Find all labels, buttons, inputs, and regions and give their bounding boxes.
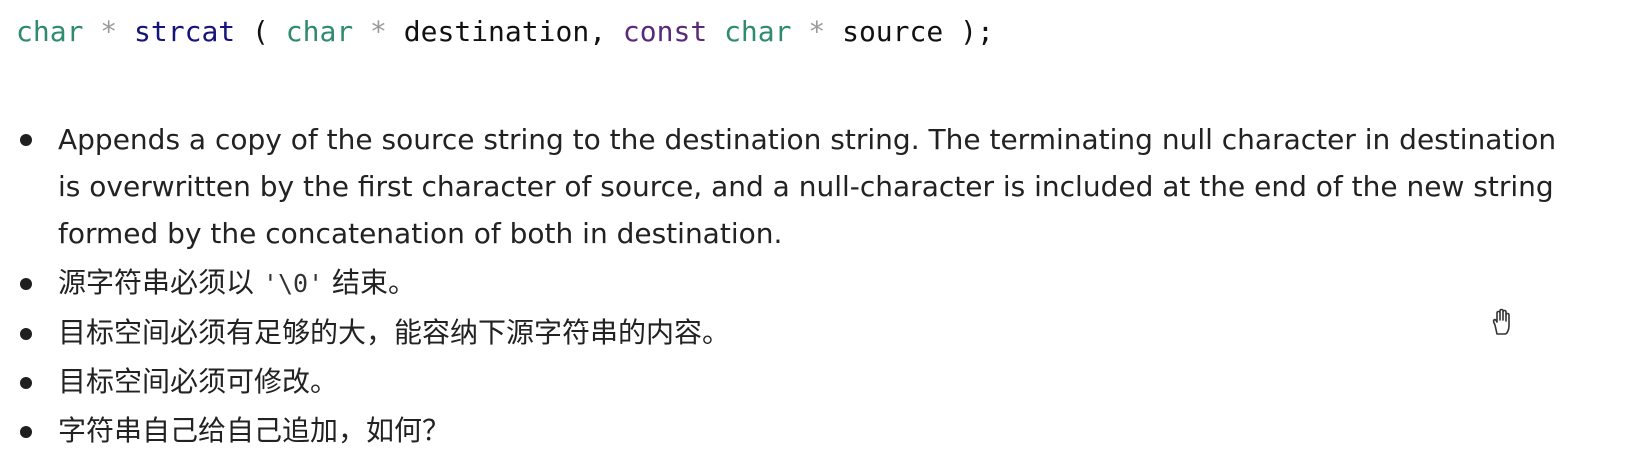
- list-item-text: 源字符串必须以: [58, 266, 255, 299]
- bullet-icon: [20, 278, 32, 290]
- param2-name: source: [842, 15, 944, 48]
- list-item: 目标空间必须有足够的大，能容纳下源字符串的内容。: [0, 309, 1649, 357]
- bullet-icon: [20, 426, 32, 438]
- param2-qualifier: const: [622, 15, 708, 48]
- bullet-icon: [20, 328, 32, 340]
- return-type: char: [16, 15, 84, 48]
- close-paren-semicolon: );: [960, 15, 994, 48]
- list-item: 目标空间必须可修改。: [0, 358, 1649, 406]
- pointer-star: *: [100, 15, 118, 48]
- pointer-star: *: [808, 15, 826, 48]
- param1-name: destination,: [403, 15, 607, 48]
- hand-cursor-icon: [1492, 308, 1510, 335]
- list-item: 字符串自己给自己追加，如何？: [0, 407, 1649, 455]
- list-item-text: 字符串自己给自己追加，如何？: [58, 414, 451, 447]
- function-signature: char * strcat ( char * destination, cons…: [16, 14, 994, 50]
- list-item: 源字符串必须以 '\0' 结束。: [0, 259, 1649, 308]
- bullet-list: Appends a copy of the source string to t…: [0, 116, 1649, 456]
- list-item-text: 目标空间必须有足够的大，能容纳下源字符串的内容。: [58, 316, 731, 349]
- param1-type: char: [285, 15, 354, 48]
- function-name: strcat: [134, 15, 236, 48]
- list-item-text: Appends a copy of the source string to t…: [58, 123, 1557, 250]
- list-item-text: 目标空间必须可修改。: [58, 365, 339, 398]
- param2-type: char: [724, 15, 792, 48]
- bullet-icon: [20, 377, 32, 389]
- list-item: Appends a copy of the source string to t…: [0, 116, 1563, 257]
- list-item-text: 结束。: [332, 266, 417, 299]
- pointer-star: *: [370, 15, 387, 48]
- open-paren: (: [252, 15, 269, 48]
- bullet-icon: [20, 134, 32, 146]
- inline-code: '\0': [262, 269, 324, 298]
